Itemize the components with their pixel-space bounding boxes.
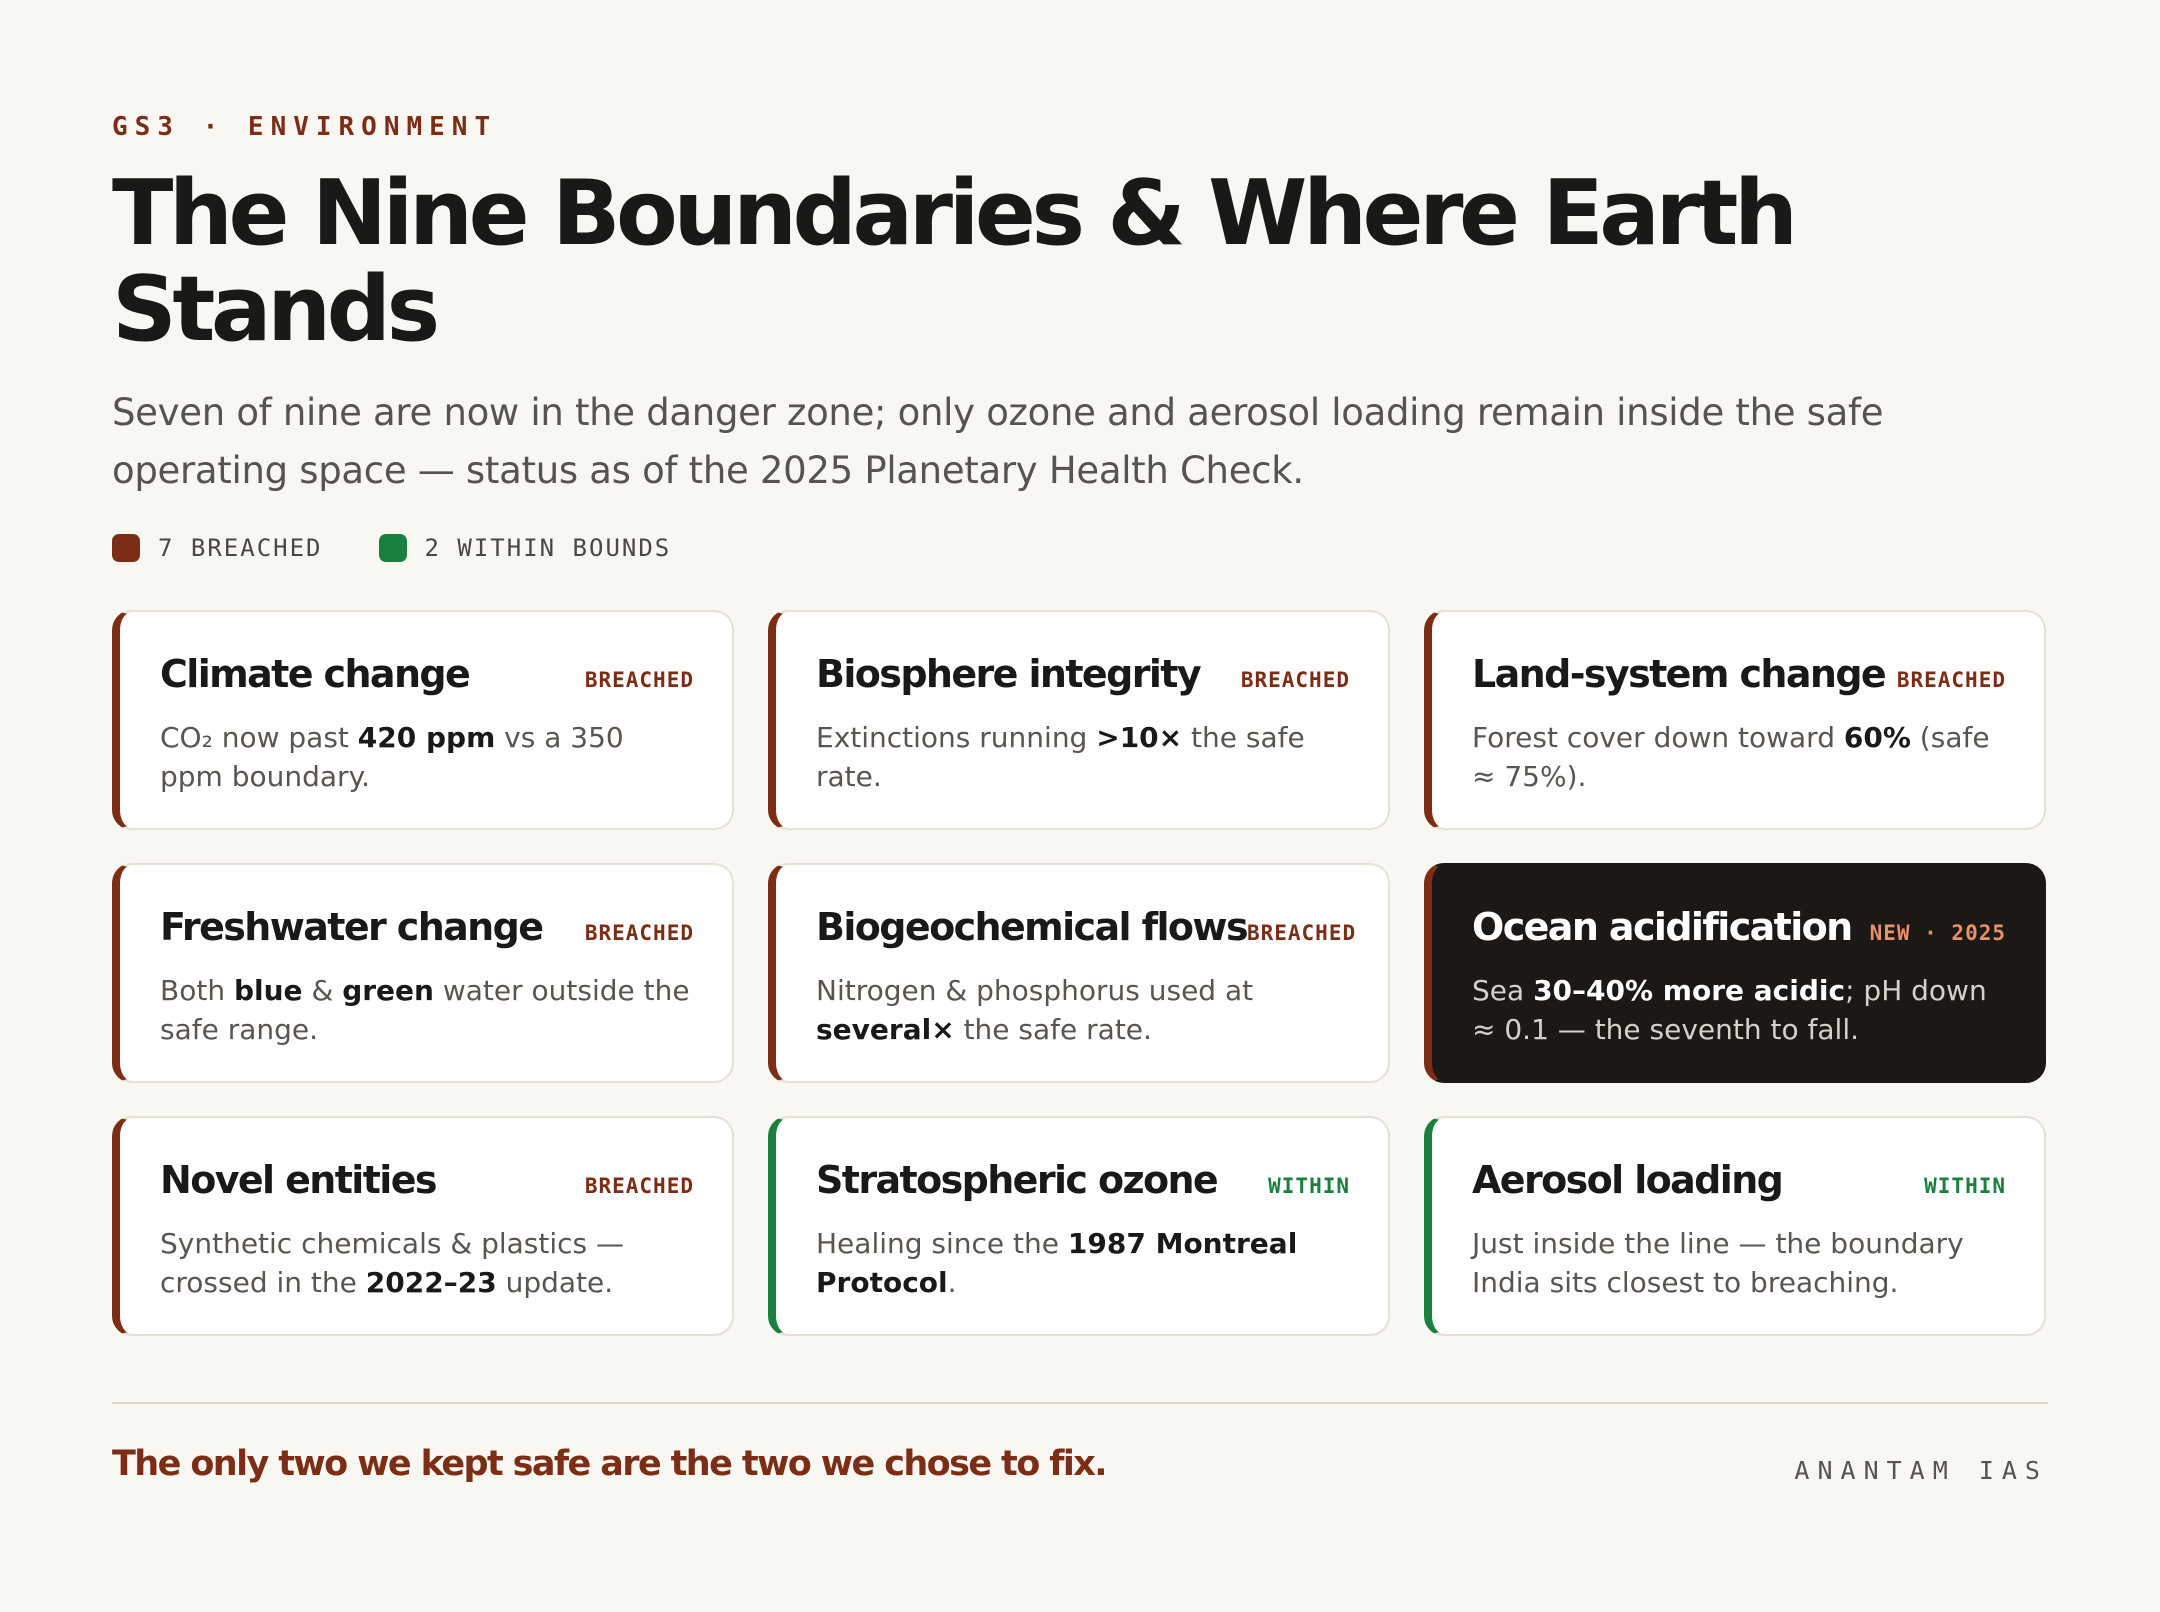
card-title: Climate change bbox=[160, 652, 471, 696]
card-description: Extinctions running >10× the safe rate. bbox=[816, 718, 1350, 796]
status-badge: NEW · 2025 bbox=[1869, 921, 2006, 945]
boundary-card: Aerosol loading WITHIN Just inside the lin… bbox=[1424, 1116, 2046, 1336]
card-header: Ocean acidification NEW · 2025 bbox=[1472, 905, 2006, 965]
description-text: Healing since the bbox=[816, 1227, 1068, 1260]
description-text: Just inside the line — the boundary Indi… bbox=[1472, 1227, 1964, 1299]
card-description: Both blue & green water outside the safe… bbox=[160, 971, 694, 1049]
within-swatch-icon bbox=[378, 534, 407, 562]
boundary-card: Biosphere integrity BREACHED Extinctions r… bbox=[768, 610, 1390, 830]
card-header: Biosphere integrity BREACHED bbox=[816, 652, 1350, 712]
boundary-card: Biogeochemical flows BREACHED Nitrogen & p… bbox=[768, 863, 1390, 1083]
card-header: Novel entities BREACHED bbox=[160, 1158, 694, 1218]
boundary-card: Freshwater change BREACHED Both blue & gre… bbox=[112, 863, 734, 1083]
footer-quote: The only two we kept safe are the two we… bbox=[112, 1444, 1108, 1484]
card-header: Biogeochemical flows BREACHED bbox=[816, 905, 1355, 965]
boundary-card: Novel entities BREACHED Synthetic chemical… bbox=[112, 1116, 734, 1336]
page: GS3 · ENVIRONMENT The Nine Boundaries & … bbox=[0, 0, 2160, 1612]
description-text: Nitrogen & phosphorus used at bbox=[816, 974, 1254, 1007]
card-header: Stratospheric ozone WITHIN bbox=[816, 1158, 1350, 1218]
page-subtitle: Seven of nine are now in the danger zone… bbox=[112, 391, 1884, 492]
status-badge: BREACHED bbox=[1246, 921, 1357, 945]
boundary-card-grid: Climate change BREACHED CO₂ now past 420 p… bbox=[112, 610, 2048, 1336]
card-description: Nitrogen & phosphorus used at several× t… bbox=[816, 971, 1350, 1049]
boundary-card: Ocean acidification NEW · 2025 Sea 30–40% … bbox=[1424, 863, 2046, 1083]
card-title: Stratospheric ozone bbox=[816, 1158, 1219, 1202]
highlight-text: several× bbox=[816, 1013, 955, 1046]
highlight-text: >10× bbox=[1096, 721, 1183, 754]
legend-item-within: 2 WITHIN BOUNDS bbox=[378, 534, 672, 562]
description-text: Sea bbox=[1472, 974, 1534, 1007]
status-badge: BREACHED bbox=[584, 668, 694, 692]
breached-swatch-icon bbox=[112, 534, 140, 562]
card-title: Novel entities bbox=[160, 1158, 438, 1202]
highlight-text: 420 ppm bbox=[357, 721, 496, 754]
highlight-text: green bbox=[342, 974, 434, 1007]
legend-label-breached: 7 BREACHED bbox=[158, 534, 323, 562]
legend-item-breached: 7 BREACHED bbox=[112, 534, 323, 562]
card-header: Land-system change BREACHED bbox=[1472, 652, 2006, 712]
card-description: Sea 30–40% more acidic; pH down ≈ 0.1 — … bbox=[1472, 971, 2006, 1049]
card-header: Climate change BREACHED bbox=[160, 652, 694, 712]
boundary-card: Land-system change BREACHED Forest cover d… bbox=[1424, 610, 2046, 830]
description-text: CO₂ now past bbox=[160, 721, 358, 754]
highlight-text: blue bbox=[233, 974, 303, 1007]
card-title: Ocean acidification bbox=[1472, 905, 1853, 949]
status-badge: WITHIN bbox=[1924, 1174, 2006, 1198]
card-title: Aerosol loading bbox=[1472, 1158, 1784, 1202]
highlight-text: 2022–23 bbox=[365, 1266, 497, 1299]
card-description: Synthetic chemicals & plastics — crossed… bbox=[160, 1224, 694, 1302]
status-badge: WITHIN bbox=[1268, 1174, 1350, 1198]
description-text: . bbox=[947, 1266, 957, 1299]
highlight-text: 30–40% more acidic bbox=[1533, 974, 1846, 1007]
card-title: Biogeochemical flows bbox=[816, 905, 1249, 949]
description-text: Extinctions running bbox=[816, 721, 1097, 754]
card-title: Freshwater change bbox=[160, 905, 544, 949]
card-header: Freshwater change BREACHED bbox=[160, 905, 694, 965]
description-text: Both bbox=[160, 974, 234, 1007]
description-text: the safe rate. bbox=[954, 1013, 1152, 1046]
boundary-card: Stratospheric ozone WITHIN Healing since t… bbox=[768, 1116, 1390, 1336]
section-kicker: GS3 · ENVIRONMENT bbox=[112, 112, 498, 142]
status-badge: BREACHED bbox=[1240, 668, 1350, 692]
boundary-card: Climate change BREACHED CO₂ now past 420 p… bbox=[112, 610, 734, 830]
card-description: Healing since the 1987 Montreal Protocol… bbox=[816, 1224, 1350, 1302]
brand-name: ANANTAM IAS bbox=[1794, 1456, 2048, 1485]
description-text: Forest cover down toward bbox=[1472, 721, 1844, 754]
card-description: CO₂ now past 420 ppm vs a 350 ppm bounda… bbox=[160, 718, 694, 796]
description-text: & bbox=[302, 974, 343, 1007]
page-title: The Nine Boundaries & Where Earth Stands bbox=[112, 161, 1798, 362]
card-title: Biosphere integrity bbox=[816, 652, 1202, 696]
card-header: Aerosol loading WITHIN bbox=[1472, 1158, 2006, 1218]
card-description: Forest cover down toward 60% (safe ≈ 75%… bbox=[1472, 718, 2006, 796]
status-badge: BREACHED bbox=[1896, 668, 2006, 692]
legend-label-within: 2 WITHIN BOUNDS bbox=[424, 534, 672, 562]
card-description: Just inside the line — the boundary Indi… bbox=[1472, 1224, 2006, 1302]
legend: 7 BREACHED 2 WITHIN BOUNDS bbox=[112, 528, 2048, 568]
status-badge: BREACHED bbox=[584, 1174, 694, 1198]
status-badge: BREACHED bbox=[584, 921, 694, 945]
footer-divider bbox=[112, 1402, 2048, 1404]
description-text: update. bbox=[496, 1266, 614, 1299]
card-title: Land-system change bbox=[1472, 652, 1887, 696]
highlight-text: 60% bbox=[1843, 721, 1911, 754]
